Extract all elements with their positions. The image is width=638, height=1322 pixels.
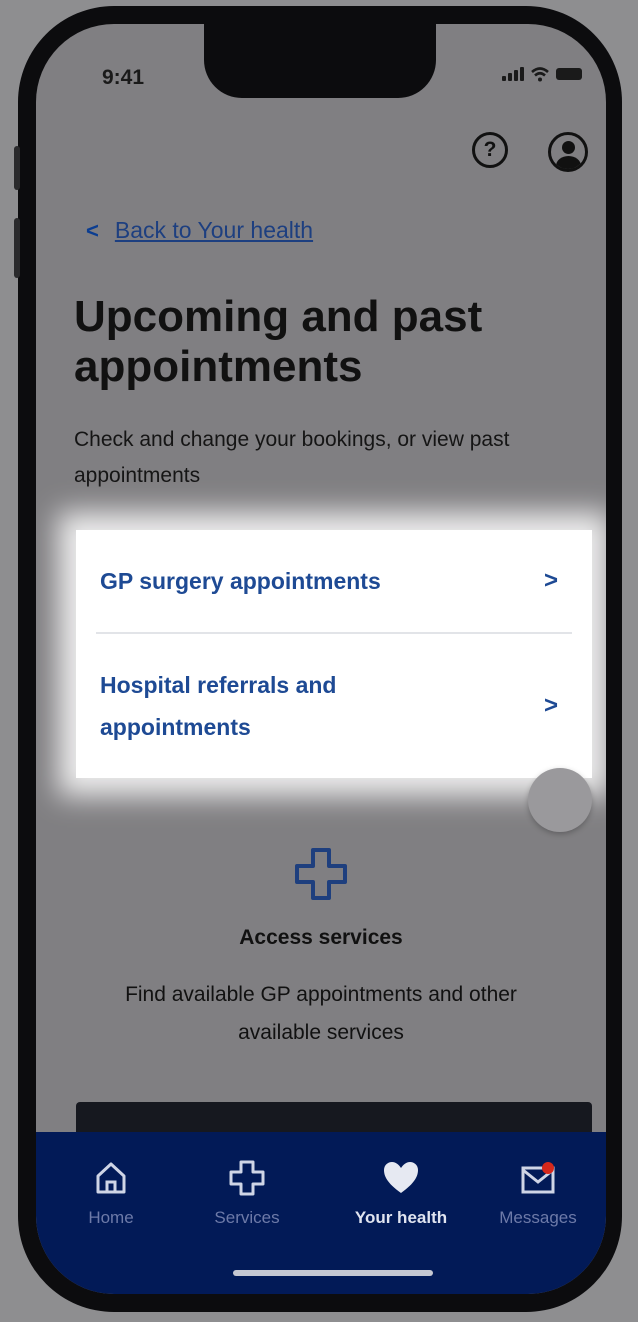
header-actions: ? bbox=[472, 132, 588, 172]
home-indicator[interactable] bbox=[233, 1270, 433, 1276]
mute-switch bbox=[14, 146, 20, 190]
chevron-left-icon: < bbox=[86, 217, 99, 243]
appointments-card: GP surgery appointments > Hospital refer… bbox=[76, 530, 592, 778]
signal-icon bbox=[502, 67, 524, 81]
user-circle-icon[interactable] bbox=[548, 132, 588, 172]
battery-icon bbox=[556, 68, 582, 80]
hospital-referrals-link[interactable]: Hospital referrals and appointments > bbox=[76, 634, 592, 778]
nav-your-health[interactable]: Your health bbox=[346, 1158, 456, 1228]
access-services-title: Access services bbox=[239, 926, 403, 949]
notch bbox=[204, 24, 436, 98]
wifi-icon bbox=[531, 67, 549, 82]
back-link-label[interactable]: Back to Your health bbox=[115, 217, 313, 244]
nav-home[interactable]: Home bbox=[56, 1158, 166, 1228]
nav-label: Messages bbox=[499, 1208, 577, 1227]
page-title: Upcoming and past appointments bbox=[74, 292, 483, 391]
volume-up-button bbox=[14, 218, 20, 278]
nav-services[interactable]: Services bbox=[192, 1158, 302, 1228]
access-services-description: Find available GP appointments and other… bbox=[125, 983, 517, 1044]
envelope-notification-icon bbox=[521, 1162, 555, 1194]
page-subtitle: Check and change your bookings, or view … bbox=[74, 428, 510, 487]
nav-messages[interactable]: Messages bbox=[483, 1158, 593, 1228]
help-glyph: ? bbox=[483, 138, 497, 161]
question-circle-icon[interactable]: ? bbox=[472, 132, 508, 168]
status-icons bbox=[502, 66, 582, 82]
chevron-right-icon: > bbox=[543, 567, 558, 594]
status-time: 9:41 bbox=[102, 66, 145, 89]
nav-label: Your health bbox=[354, 1208, 448, 1227]
nav-label: Services bbox=[214, 1208, 280, 1227]
heart-icon bbox=[384, 1162, 418, 1193]
gp-surgery-appointments-link[interactable]: GP surgery appointments > bbox=[76, 530, 592, 632]
plus-icon bbox=[229, 1160, 265, 1196]
card-item-label: GP surgery appointments bbox=[100, 568, 381, 594]
app-screen: 9:41 ? < Back to Your health Upcoming an… bbox=[36, 24, 606, 1294]
touch-indicator bbox=[528, 768, 592, 832]
chevron-right-icon: > bbox=[543, 692, 558, 719]
home-icon bbox=[96, 1162, 126, 1194]
back-link[interactable]: < Back to Your health bbox=[86, 217, 313, 244]
nav-label: Home bbox=[88, 1208, 134, 1227]
access-services-section: Access services Find available GP appoin… bbox=[36, 846, 606, 1052]
plus-outline-icon bbox=[295, 848, 347, 900]
card-item-label: Hospital referrals and appointments bbox=[100, 672, 337, 740]
